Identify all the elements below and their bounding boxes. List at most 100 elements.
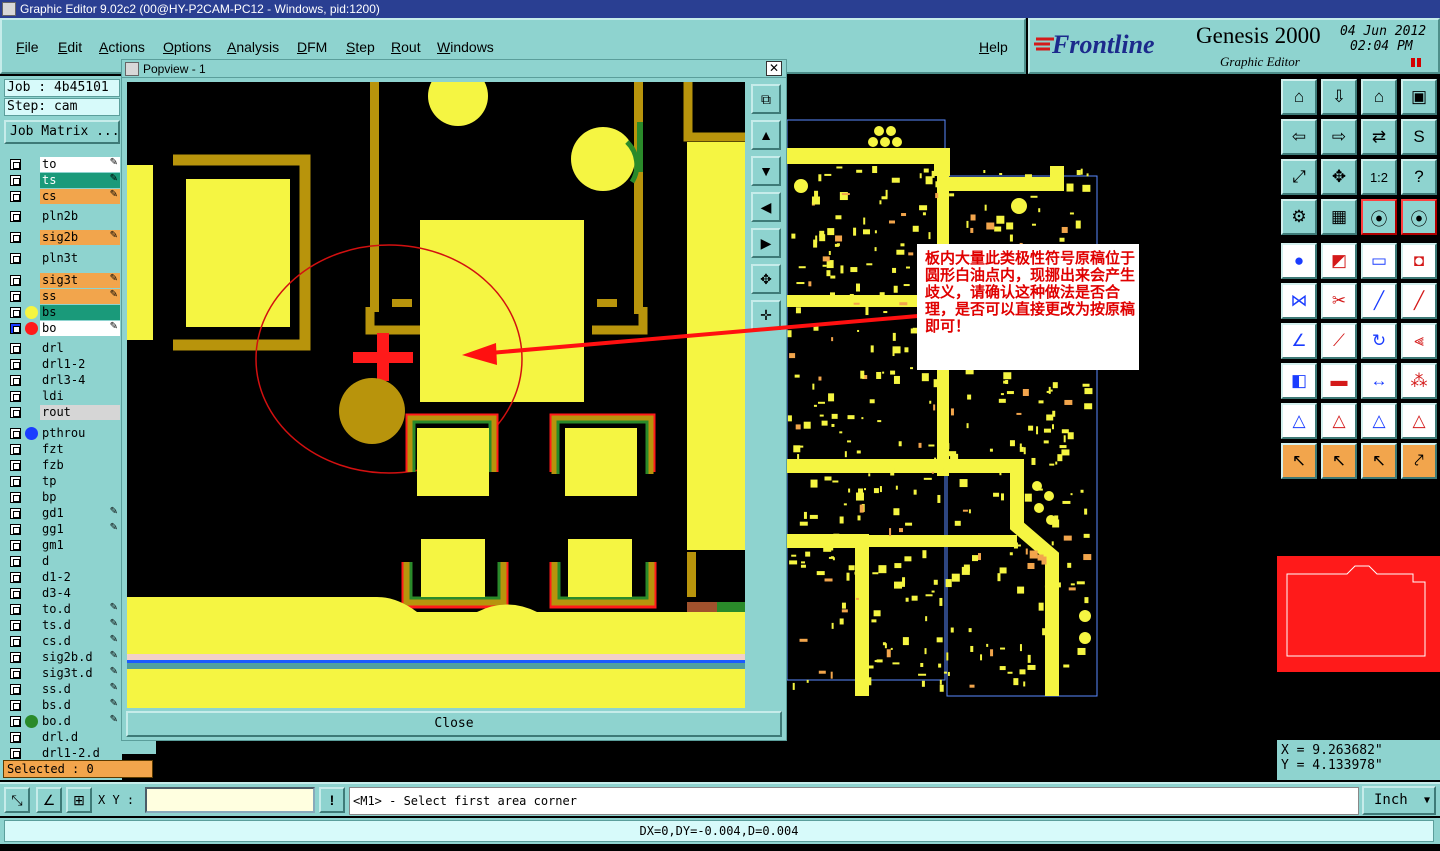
zoom-center-icon[interactable]: ✛ <box>751 300 781 330</box>
angle-snap-icon[interactable]: ∠ <box>36 787 62 813</box>
layer-row[interactable]: gg1 ✎ <box>8 522 120 537</box>
layer-checkbox[interactable] <box>10 460 21 471</box>
layer-checkbox[interactable] <box>10 748 21 759</box>
layer-row[interactable]: ts ✎ <box>8 173 120 188</box>
arrow-icon[interactable]: ↖ <box>1281 443 1317 479</box>
layer-row[interactable]: cs ✎ <box>8 189 120 204</box>
layer-checkbox[interactable] <box>10 375 21 386</box>
menu-file[interactable]: File <box>16 39 39 55</box>
ruler-icon[interactable]: ▭ <box>1361 243 1397 279</box>
arrow3-icon[interactable]: ↖ <box>1361 443 1397 479</box>
tri3-icon[interactable]: △ <box>1361 403 1397 439</box>
layer-checkbox[interactable] <box>10 428 21 439</box>
layer-row[interactable]: bs <box>8 305 120 320</box>
layer-row[interactable]: to.d ✎ <box>8 602 120 617</box>
net-icon[interactable]: ⋈ <box>1281 283 1317 319</box>
layer-checkbox[interactable] <box>10 444 21 455</box>
layer-row[interactable]: d1-2 <box>8 570 120 585</box>
layer-checkbox[interactable] <box>10 716 21 727</box>
layer-row[interactable]: ts.d ✎ <box>8 618 120 633</box>
home-icon[interactable]: ⌂ <box>1281 79 1317 115</box>
layer-checkbox[interactable] <box>10 508 21 519</box>
layer-checkbox[interactable] <box>10 636 21 647</box>
snap-icon[interactable]: ⤡ <box>4 787 30 813</box>
box-icon[interactable]: ◘ <box>1401 243 1437 279</box>
alert-icon[interactable]: ! <box>319 787 345 813</box>
layer-checkbox[interactable] <box>10 492 21 503</box>
menu-actions[interactable]: Actions <box>99 39 145 55</box>
pan-left-icon[interactable]: ◀ <box>751 192 781 222</box>
layer-row[interactable]: gm1 <box>8 538 120 553</box>
layer-checkbox[interactable] <box>10 307 21 318</box>
line-icon[interactable]: ╱ <box>1361 283 1397 319</box>
layer-row[interactable]: bo ✎ <box>8 321 120 336</box>
menu-rout[interactable]: Rout <box>391 39 421 55</box>
layer-row[interactable]: d <box>8 554 120 569</box>
layer-checkbox[interactable] <box>10 275 21 286</box>
zoom-fit-icon[interactable]: ✥ <box>751 264 781 294</box>
popview-canvas[interactable] <box>127 82 745 708</box>
popview-close-button[interactable]: Close <box>126 711 782 737</box>
layer-row[interactable]: sig3t ✎ <box>8 273 120 288</box>
layer-checkbox[interactable] <box>10 323 21 334</box>
tri-icon[interactable]: △ <box>1281 403 1317 439</box>
ratio-icon[interactable]: 1:2 <box>1361 159 1397 195</box>
layer-checkbox[interactable] <box>10 343 21 354</box>
layer-checkbox[interactable] <box>10 524 21 535</box>
layer-row[interactable]: ldi <box>8 389 120 404</box>
layer-checkbox[interactable] <box>10 291 21 302</box>
layer-checkbox[interactable] <box>10 556 21 567</box>
bar-icon[interactable]: ▬ <box>1321 363 1357 399</box>
layer-row[interactable]: rout <box>8 405 120 420</box>
right-icon[interactable]: ⇨ <box>1321 119 1357 155</box>
curve-icon[interactable]: ↻ <box>1361 323 1397 359</box>
layer-row[interactable]: drl.d <box>8 730 120 745</box>
grid-icon[interactable]: ▦ <box>1321 199 1357 235</box>
fit-icon[interactable]: ⤢ <box>1281 159 1317 195</box>
pad-icon[interactable]: ● <box>1281 243 1317 279</box>
layer-checkbox[interactable] <box>10 391 21 402</box>
menu-dfm[interactable]: DFM <box>297 39 327 55</box>
layer-row[interactable]: bs.d ✎ <box>8 698 120 713</box>
layer-row[interactable]: drl3-4 <box>8 373 120 388</box>
layer-row[interactable]: fzt <box>8 442 120 457</box>
layer-checkbox[interactable] <box>10 175 21 186</box>
angle-icon[interactable]: ∠ <box>1281 323 1317 359</box>
arrow4-icon[interactable]: ⤤ <box>1401 443 1437 479</box>
grid-snap-icon[interactable]: ⊞ <box>66 787 92 813</box>
layer-checkbox[interactable] <box>10 572 21 583</box>
layer-row[interactable]: ss ✎ <box>8 289 120 304</box>
tools-icon[interactable]: ⚙ <box>1281 199 1317 235</box>
layer-checkbox[interactable] <box>10 540 21 551</box>
layer-row[interactable]: bp <box>8 490 120 505</box>
xy-input[interactable] <box>145 787 315 813</box>
line2-icon[interactable]: ╱ <box>1401 283 1437 319</box>
pan-up-icon[interactable]: ▲ <box>751 120 781 150</box>
layer-row[interactable]: ss.d ✎ <box>8 682 120 697</box>
layer-row[interactable]: pthrou <box>8 426 120 441</box>
layer-row[interactable]: d3-4 <box>8 586 120 601</box>
down-icon[interactable]: ⇩ <box>1321 79 1357 115</box>
layer-row[interactable]: sig2b ✎ <box>8 230 120 245</box>
menu-options[interactable]: Options <box>163 39 211 55</box>
layer-checkbox[interactable] <box>10 732 21 743</box>
layer-row[interactable]: to ✎ <box>8 157 120 172</box>
tri4-icon[interactable]: △ <box>1401 403 1437 439</box>
menu-step[interactable]: Step <box>346 39 375 55</box>
layer-checkbox[interactable] <box>10 211 21 222</box>
menu-windows[interactable]: Windows <box>437 39 494 55</box>
layer-checkbox[interactable] <box>10 232 21 243</box>
traffic-icon[interactable]: ⦿ <box>1361 199 1397 235</box>
layer-row[interactable]: drl1-2.d <box>8 746 120 761</box>
board-icon[interactable]: ◩ <box>1321 243 1357 279</box>
layer-row[interactable]: sig3t.d ✎ <box>8 666 120 681</box>
layer-row[interactable]: cs.d ✎ <box>8 634 120 649</box>
tri2-icon[interactable]: △ <box>1321 403 1357 439</box>
dim-icon[interactable]: ↔ <box>1361 363 1397 399</box>
layer-row[interactable]: gd1 ✎ <box>8 506 120 521</box>
pan-down-icon[interactable]: ▼ <box>751 156 781 186</box>
zoom-window-icon[interactable]: ⧉ <box>751 84 781 114</box>
layer-row[interactable]: bo.d ✎ <box>8 714 120 729</box>
house-icon[interactable]: ⌂ <box>1361 79 1397 115</box>
layer-checkbox[interactable] <box>10 253 21 264</box>
